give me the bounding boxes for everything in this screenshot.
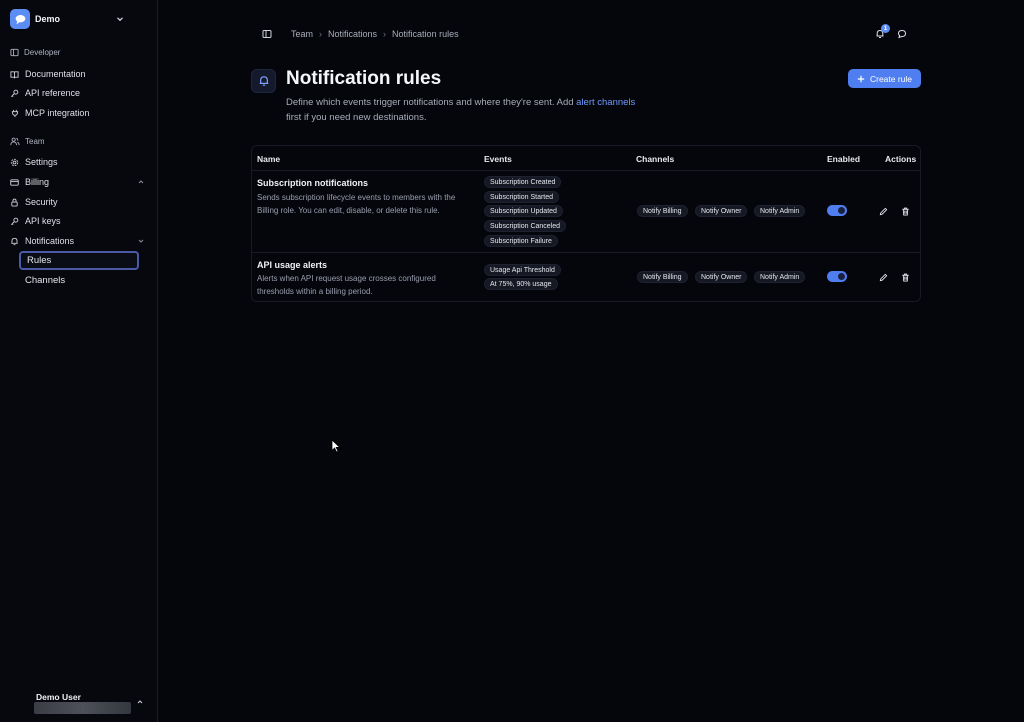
window-icon — [10, 48, 19, 57]
plus-icon — [857, 75, 865, 82]
rule-description: Sends subscription lifecycle events to m… — [257, 193, 456, 215]
breadcrumb: Team › Notifications › Notification rule… — [291, 29, 459, 39]
section-team-label: Team — [25, 137, 45, 146]
chat-icon[interactable] — [897, 29, 907, 39]
event-pill: Subscription Created — [484, 176, 562, 188]
sidebar-subitem-channels[interactable]: Channels — [19, 271, 139, 290]
chevron-down-icon — [117, 17, 123, 22]
user-email-redacted — [34, 702, 131, 714]
section-developer-label: Developer — [24, 48, 61, 57]
bell-icon — [259, 76, 268, 86]
enabled-toggle[interactable] — [827, 205, 847, 216]
event-pill: Subscription Started — [484, 191, 560, 203]
toggle-knob — [838, 273, 845, 280]
sidebar-subitem-label: Channels — [25, 275, 66, 286]
row-divider — [252, 252, 920, 253]
event-pill: Usage Api Threshold — [484, 264, 561, 276]
breadcrumb-notifications[interactable]: Notifications — [328, 29, 377, 39]
sidebar-item-settings[interactable]: Settings — [10, 154, 148, 170]
sidebar-item-documentation[interactable]: Documentation — [10, 66, 148, 82]
sidebar-item-label: Notifications — [25, 236, 75, 246]
sidebar-item-label: API reference — [25, 88, 81, 98]
event-pill: Subscription Canceled — [484, 220, 567, 232]
workspace-switcher[interactable]: Demo — [10, 9, 125, 29]
column-header-events: Events — [484, 154, 512, 164]
channel-pill: Notify Admin — [754, 271, 806, 283]
chevron-up-icon — [138, 180, 144, 184]
column-header-name: Name — [257, 154, 281, 164]
rule-description: Alerts when API request usage crosses co… — [257, 274, 436, 296]
chevron-down-icon — [138, 239, 144, 243]
rules-table: Name Events Channels Enabled Actions Sub… — [251, 145, 921, 302]
column-header-enabled: Enabled — [827, 154, 861, 164]
page-title: Notification rules — [286, 68, 442, 89]
sidebar-item-label: Documentation — [25, 69, 86, 79]
channel-pill: Notify Billing — [637, 205, 688, 217]
row-divider — [252, 170, 920, 171]
column-header-channels: Channels — [636, 154, 675, 164]
key-icon — [11, 89, 19, 97]
bell-icon — [11, 237, 18, 245]
sidebar-item-label: Billing — [25, 177, 50, 187]
breadcrumb-current: Notification rules — [392, 29, 459, 39]
channel-pill: Notify Owner — [695, 205, 748, 217]
sidebar-item-label: Security — [25, 197, 58, 207]
lock-icon — [11, 198, 18, 207]
sidebar-item-label: Settings — [25, 157, 58, 167]
credit-card-icon — [10, 178, 19, 186]
sidebar-item-api-reference[interactable]: API reference — [10, 85, 148, 101]
enabled-toggle[interactable] — [827, 271, 847, 282]
channel-pill: Notify Billing — [637, 271, 688, 283]
trash-icon[interactable] — [901, 273, 910, 282]
section-team: Team — [10, 137, 45, 146]
event-pill: Subscription Failure — [484, 235, 558, 247]
sidebar-item-notifications[interactable]: Notifications — [10, 233, 148, 249]
edit-pencil-icon[interactable] — [879, 273, 888, 282]
chat-bubble-icon — [15, 14, 25, 24]
book-icon — [10, 70, 19, 79]
sidebar-item-security[interactable]: Security — [10, 194, 148, 210]
breadcrumb-separator: › — [383, 29, 387, 39]
chevron-up-icon[interactable] — [136, 698, 144, 706]
sidebar-item-api-keys[interactable]: API keys — [10, 213, 148, 229]
column-header-actions: Actions — [885, 154, 917, 164]
create-rule-label: Create rule — [869, 73, 913, 84]
trash-icon[interactable] — [901, 207, 910, 216]
user-name[interactable]: Demo User — [36, 692, 81, 702]
sidebar-item-mcp-integration[interactable]: MCP integration — [10, 105, 148, 121]
workspace-name: Demo — [35, 14, 61, 24]
sidebar-subitem-label: Rules — [27, 255, 52, 266]
users-icon — [10, 137, 20, 146]
page-description: Define which events trigger notification… — [286, 96, 636, 125]
sidebar-item-billing[interactable]: Billing — [10, 174, 148, 190]
channel-pill: Notify Owner — [695, 271, 748, 283]
description-text: first if you need new destinations. — [286, 111, 427, 123]
sidebar-toggle-icon[interactable] — [262, 29, 272, 39]
breadcrumb-team[interactable]: Team — [291, 29, 313, 39]
event-pill: Subscription Updated — [484, 205, 563, 217]
gear-icon — [10, 158, 19, 166]
edit-pencil-icon[interactable] — [879, 207, 888, 216]
sidebar-subitem-rules[interactable]: Rules — [19, 251, 139, 270]
section-developer: Developer — [10, 48, 60, 57]
sidebar: Demo Developer Documentation API referen… — [0, 0, 158, 722]
alert-channels-link[interactable]: alert channels — [576, 97, 635, 108]
plug-icon — [11, 109, 19, 117]
event-pill: At 75%, 90% usage — [484, 278, 558, 290]
rule-name: Subscription notifications — [257, 178, 369, 188]
page-title-icon — [251, 69, 276, 93]
workspace-logo — [10, 9, 30, 29]
mouse-cursor-icon — [331, 439, 341, 453]
sidebar-item-label: MCP integration — [25, 108, 90, 118]
channel-pill: Notify Admin — [754, 205, 806, 217]
breadcrumb-separator: › — [319, 29, 323, 39]
toggle-knob — [838, 207, 845, 214]
rule-name: API usage alerts — [257, 260, 328, 270]
sidebar-item-label: API keys — [25, 216, 61, 226]
notification-count-badge: 1 — [881, 24, 890, 33]
description-text: Define which events trigger notification… — [286, 97, 577, 108]
key-icon — [11, 217, 19, 225]
create-rule-button[interactable]: Create rule — [848, 69, 921, 88]
